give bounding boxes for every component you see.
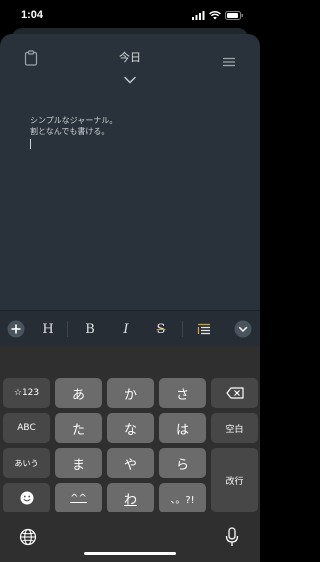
chevron-down-circle-icon [234, 320, 252, 338]
key-ta[interactable]: た [55, 413, 102, 443]
menu-button[interactable] [222, 52, 236, 67]
key-emoji[interactable] [3, 483, 50, 513]
key-punctuation[interactable]: 、。?! [159, 483, 206, 513]
globe-icon [19, 528, 37, 546]
wifi-icon [209, 10, 221, 19]
key-wa[interactable]: わ [107, 483, 154, 513]
editor-line: シンプルなジャーナル。 [30, 116, 118, 125]
top-bar: 今日 [0, 34, 260, 84]
signal-icon [192, 10, 205, 20]
bold-button[interactable]: B [80, 319, 100, 339]
key-space[interactable]: 空白 [211, 413, 258, 443]
home-indicator [84, 552, 176, 555]
expand-button[interactable] [123, 70, 137, 84]
key-kana-mode[interactable]: あいう [3, 448, 50, 478]
status-icons [192, 10, 244, 20]
collapse-keyboard-button[interactable] [233, 319, 253, 339]
key-ra[interactable]: ら [159, 448, 206, 478]
page-title[interactable]: 今日 [0, 49, 260, 65]
heading-button[interactable]: H [38, 319, 58, 339]
key-backspace[interactable] [211, 378, 258, 408]
format-toolbar: H B I S [0, 310, 260, 346]
text-caret [30, 139, 31, 149]
key-sa[interactable]: さ [159, 378, 206, 408]
menu-icon [223, 57, 235, 67]
globe-button[interactable] [19, 528, 37, 546]
plus-circle-icon [7, 320, 25, 338]
emoji-icon [20, 491, 33, 505]
key-enter[interactable]: 改行 [211, 448, 258, 512]
list-button[interactable] [194, 319, 214, 339]
dictation-button[interactable] [225, 527, 239, 547]
key-abc[interactable]: ABC [3, 413, 50, 443]
key-small-kana[interactable]: ^^ [55, 483, 102, 513]
status-time: 1:04 [21, 9, 44, 21]
journal-editor[interactable]: シンプルなジャーナル。 割となんでも書ける。 [30, 115, 240, 137]
key-number-mode[interactable]: ☆123 [3, 378, 50, 408]
chevron-down-icon [124, 76, 136, 84]
microphone-icon [225, 527, 239, 546]
list-icon [197, 323, 210, 335]
toolbar-divider [182, 321, 183, 337]
journal-sheet: 今日 シンプルなジャーナル。 割となんでも書ける。 [0, 34, 260, 310]
key-ya[interactable]: や [107, 448, 154, 478]
strikethrough-button[interactable]: S [151, 319, 171, 339]
backspace-icon [225, 387, 244, 399]
key-ha[interactable]: は [159, 413, 206, 443]
editor-line: 割となんでも書ける。 [30, 127, 110, 136]
key-ka[interactable]: か [107, 378, 154, 408]
key-a[interactable]: あ [55, 378, 102, 408]
toolbar-divider [67, 321, 68, 337]
add-button[interactable] [6, 319, 26, 339]
battery-icon [225, 10, 243, 20]
key-ma[interactable]: ま [55, 448, 102, 478]
italic-button[interactable]: I [116, 319, 136, 339]
key-na[interactable]: な [107, 413, 154, 443]
